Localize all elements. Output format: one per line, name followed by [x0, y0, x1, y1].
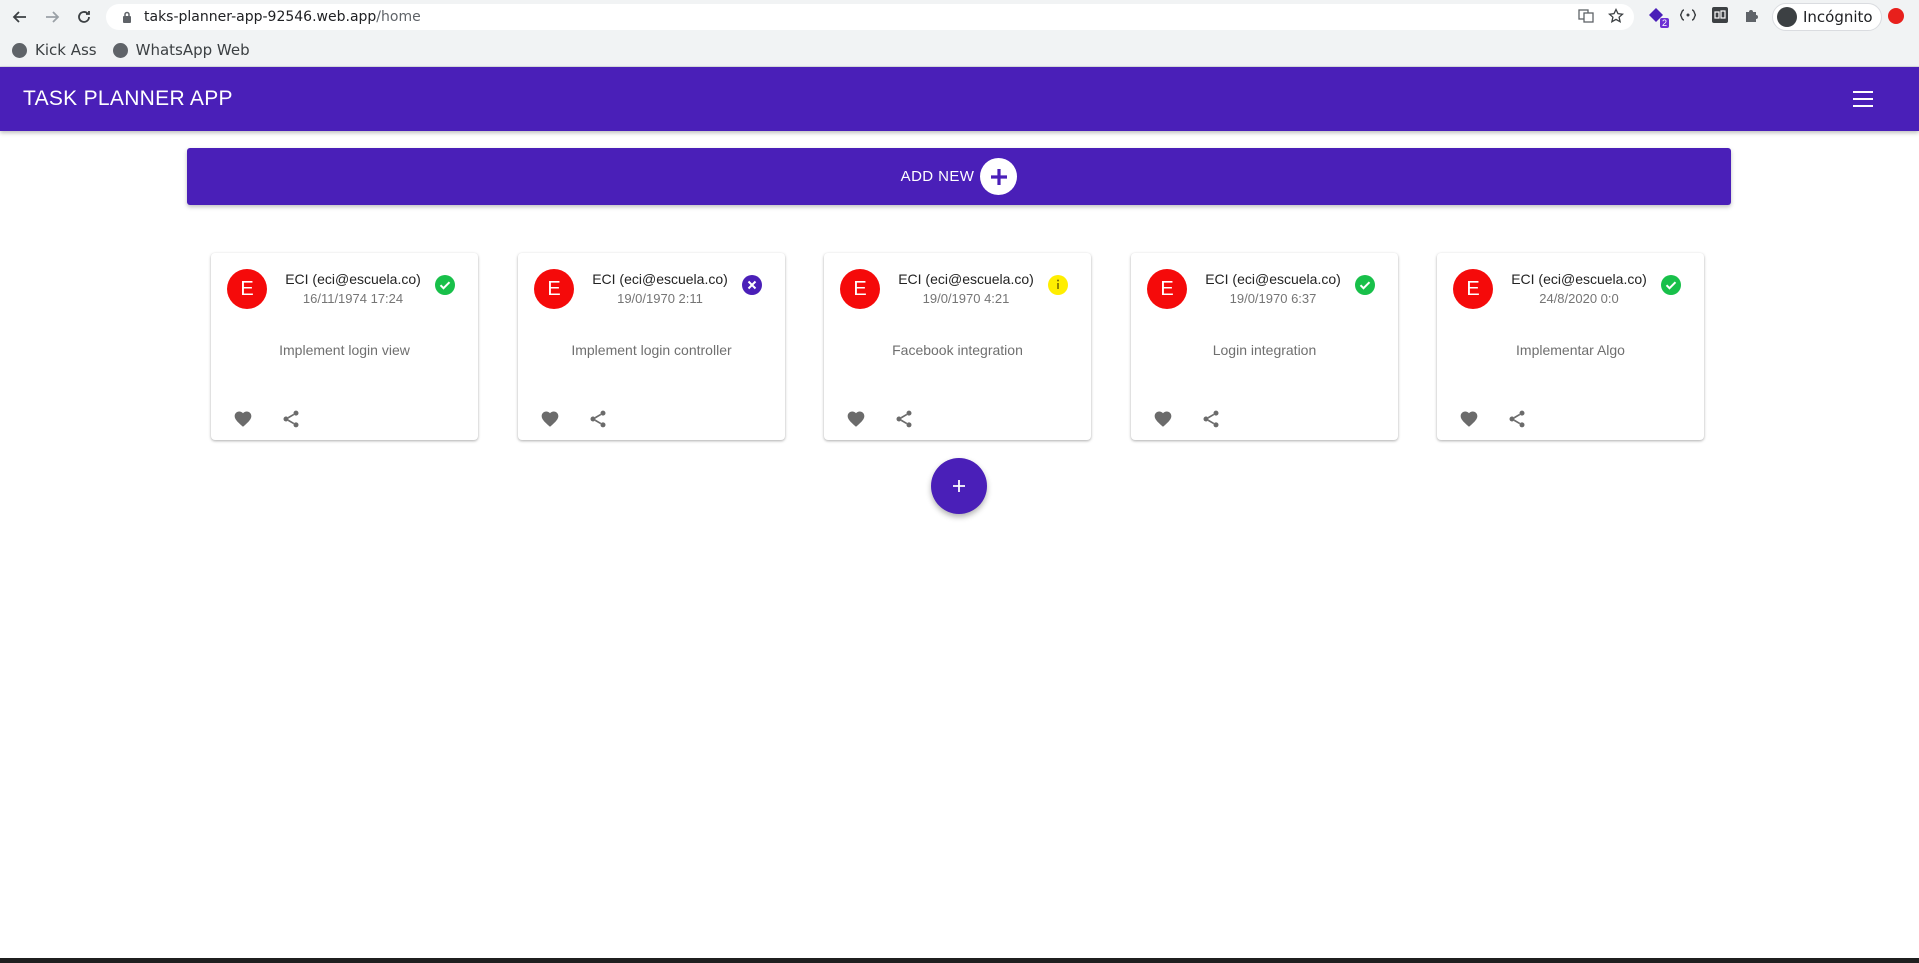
bookmark-label: Kick Ass [35, 41, 97, 59]
favorite-button[interactable] [221, 397, 265, 441]
avatar: E [534, 269, 574, 309]
app-bar: TASK PLANNER APP [0, 67, 1919, 131]
address-bar[interactable]: taks-planner-app-92546.web.app/home [106, 4, 1634, 30]
lock-icon [120, 10, 134, 24]
add-new-label: ADD NEW [900, 168, 975, 185]
incognito-profile-button[interactable]: Incógnito [1772, 3, 1882, 31]
window-bottom-edge [0, 958, 1919, 963]
extension-badge-icon[interactable]: 2 [1646, 5, 1669, 28]
card-due-date: 19/0/1970 4:21 [922, 291, 1010, 306]
back-icon[interactable] [8, 5, 32, 29]
reload-icon[interactable] [72, 5, 96, 29]
extension-badge-count: 2 [1659, 18, 1669, 28]
favorite-button[interactable] [1447, 397, 1491, 441]
task-card[interactable]: E ECI (eci@escuela.co) 19/0/1970 4:21 Faceb… [824, 253, 1091, 440]
add-new-button[interactable]: ADD NEW [187, 148, 1731, 205]
status-done-icon [1661, 275, 1681, 295]
card-description: Implement login controller [571, 342, 732, 358]
share-icon [590, 410, 606, 428]
share-button[interactable] [1189, 397, 1233, 441]
app-title: TASK PLANNER APP [23, 87, 233, 110]
incognito-icon [1777, 7, 1797, 27]
translate-icon[interactable] [1578, 8, 1594, 27]
bookmarks-bar: Kick Ass WhatsApp Web [0, 34, 1919, 67]
card-due-date: 19/0/1970 6:37 [1229, 291, 1317, 306]
incognito-label: Incógnito [1803, 8, 1873, 26]
heart-icon [541, 411, 559, 427]
add-task-fab[interactable] [931, 458, 987, 514]
heart-icon [1154, 411, 1172, 427]
forward-icon[interactable] [40, 5, 64, 29]
avatar: E [1147, 269, 1187, 309]
card-owner: ECI (eci@escuela.co) [898, 271, 1034, 287]
card-owner: ECI (eci@escuela.co) [1205, 271, 1341, 287]
card-description: Implement login view [279, 342, 410, 358]
task-card[interactable]: E ECI (eci@escuela.co) 19/0/1970 6:37 Login… [1131, 253, 1398, 440]
card-due-date: 16/11/1974 17:24 [302, 291, 404, 306]
plus-icon [953, 480, 965, 492]
task-card[interactable]: E ECI (eci@escuela.co) 19/0/1970 2:11 Imple… [518, 253, 785, 440]
status-cancelled-icon [742, 275, 762, 295]
heart-icon [234, 411, 252, 427]
task-card[interactable]: E ECI (eci@escuela.co) 16/11/1974 17:24 Imp… [211, 253, 478, 440]
status-done-icon [1355, 275, 1375, 295]
bookmark-whatsapp-web[interactable]: WhatsApp Web [112, 41, 250, 59]
card-description: Login integration [1212, 342, 1317, 358]
extension-red-icon[interactable] [1888, 8, 1904, 24]
share-icon [1509, 410, 1525, 428]
heart-icon [1460, 411, 1478, 427]
status-done-icon [435, 275, 455, 295]
extension-brackets-icon[interactable] [1678, 5, 1698, 25]
share-button[interactable] [882, 397, 926, 441]
url-host: taks-planner-app-92546.web.app [144, 9, 377, 25]
task-card[interactable]: E ECI (eci@escuela.co) 24/8/2020 0:0 Implem… [1437, 253, 1704, 440]
card-description: Facebook integration [892, 342, 1023, 358]
browser-toolbar: taks-planner-app-92546.web.app/home 2 In… [0, 0, 1919, 34]
avatar: E [840, 269, 880, 309]
favorite-button[interactable] [834, 397, 878, 441]
share-icon [1203, 410, 1219, 428]
avatar: E [1453, 269, 1493, 309]
status-in-progress-icon [1048, 275, 1068, 295]
share-button[interactable] [1495, 397, 1539, 441]
url-path: /home [376, 9, 421, 25]
card-description: Implementar Algo [1516, 342, 1625, 358]
heart-icon [847, 411, 865, 427]
card-due-date: 19/0/1970 2:11 [617, 291, 703, 306]
share-icon [896, 410, 912, 428]
bookmark-star-icon[interactable] [1607, 7, 1625, 27]
share-button[interactable] [269, 397, 313, 441]
avatar: E [227, 269, 267, 309]
extension-cb-icon[interactable] [1710, 5, 1730, 25]
card-owner: ECI (eci@escuela.co) [285, 271, 421, 287]
bookmark-label: WhatsApp Web [135, 41, 250, 59]
hamburger-menu-icon[interactable] [1853, 90, 1873, 108]
favorite-button[interactable] [528, 397, 572, 441]
card-owner: ECI (eci@escuela.co) [1511, 271, 1647, 287]
share-icon [283, 410, 299, 428]
plus-icon [980, 158, 1018, 195]
favorite-button[interactable] [1141, 397, 1185, 441]
globe-icon [112, 42, 128, 58]
globe-icon [12, 42, 27, 58]
share-button[interactable] [576, 397, 620, 441]
card-due-date: 24/8/2020 0:0 [1539, 291, 1619, 306]
extensions-puzzle-icon[interactable] [1742, 5, 1762, 25]
card-owner: ECI (eci@escuela.co) [592, 271, 728, 287]
bookmark-kick-ass[interactable]: Kick Ass [12, 41, 97, 59]
